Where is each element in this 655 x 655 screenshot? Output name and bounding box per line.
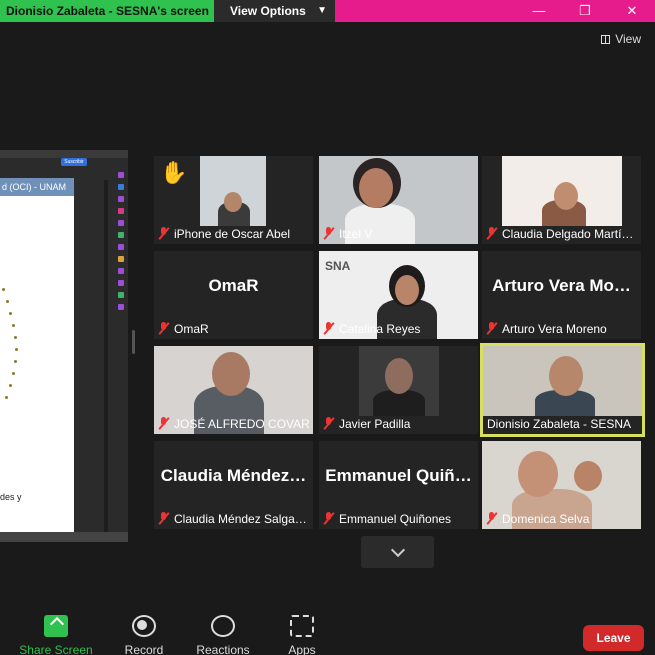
record-label: Record: [124, 643, 164, 655]
leave-button[interactable]: Leave: [583, 625, 644, 651]
participant-display-name: OmaR: [208, 276, 259, 295]
apps-icon: [290, 615, 314, 637]
mic-muted-icon: [486, 512, 498, 525]
video-tile[interactable]: Emmanuel Quiñ… Emmanuel Quiñones: [319, 441, 478, 529]
participant-display-name: Claudia Méndez…: [160, 466, 307, 485]
gallery-view-icon: [601, 35, 611, 44]
participant-name: Claudia Méndez Salga…: [174, 512, 307, 526]
video-tile[interactable]: Claudia Méndez… Claudia Méndez Salga…: [154, 441, 313, 529]
view-options-button[interactable]: View Options ▼: [214, 0, 335, 22]
reactions-label: Reactions: [196, 643, 250, 655]
mic-muted-icon: [158, 322, 170, 335]
participant-video: [483, 346, 642, 416]
participant-name: iPhone de Oscar Abel: [174, 227, 291, 241]
participant-name: Itzel V: [339, 227, 373, 241]
mic-muted-icon: [486, 322, 498, 335]
video-tile[interactable]: ✋ iPhone de Oscar Abel: [154, 156, 313, 244]
participant-display-name: Arturo Vera Mo…: [492, 276, 631, 295]
video-tile[interactable]: OmaR OmaR: [154, 251, 313, 339]
participant-video: [200, 156, 266, 226]
share-screen-label: Share Screen: [19, 643, 93, 655]
minimize-button[interactable]: —: [522, 0, 556, 22]
view-button-label: View: [615, 32, 641, 46]
chevron-down-icon: ▼: [317, 5, 327, 16]
video-tile[interactable]: Claudia Delgado Martí…: [482, 156, 641, 244]
video-tile[interactable]: Itzel V: [319, 156, 478, 244]
mic-muted-icon: [323, 322, 335, 335]
document-title: d (OCI) - UNAM: [0, 178, 74, 196]
mic-muted-icon: [158, 512, 170, 525]
participant-name: Javier Padilla: [339, 417, 411, 431]
shared-screen[interactable]: Suscribir d (OCI) - UNAM des y: [0, 150, 128, 542]
mic-muted-icon: [158, 227, 170, 240]
video-tile[interactable]: Domenica Selva: [482, 441, 641, 529]
close-button[interactable]: ✕: [615, 0, 649, 22]
participant-name: Emmanuel Quiñones: [339, 512, 452, 526]
view-options-label: View Options: [230, 4, 306, 18]
participant-video: [502, 156, 622, 226]
apps-button[interactable]: Apps: [262, 615, 342, 655]
sna-logo: SNA: [325, 259, 351, 273]
top-bar: Dionisio Zabaleta - SESNA's screen View …: [0, 0, 655, 22]
shared-toolbar: [0, 150, 128, 158]
mic-muted-icon: [323, 512, 335, 525]
participant-name: OmaR: [174, 322, 209, 336]
record-button[interactable]: Record: [104, 615, 184, 655]
video-tile[interactable]: SNA Catalina Reyes: [319, 251, 478, 339]
participant-display-name: Emmanuel Quiñ…: [325, 466, 472, 485]
view-button[interactable]: View: [601, 32, 641, 46]
share-screen-icon: [44, 615, 68, 637]
participant-name: Dionisio Zabaleta - SESNA: [487, 417, 632, 431]
gallery-next-page-button[interactable]: [361, 536, 434, 568]
zoom-meeting-window: Dionisio Zabaleta - SESNA's screen View …: [0, 0, 655, 655]
mic-muted-icon: [323, 417, 335, 430]
participant-name: Arturo Vera Moreno: [502, 322, 607, 336]
participant-name: JOSÉ ALFREDO COVAR…: [174, 417, 311, 431]
participant-video: [359, 346, 439, 416]
mic-muted-icon: [158, 417, 170, 430]
mic-muted-icon: [323, 227, 335, 240]
video-tile[interactable]: Javier Padilla: [319, 346, 478, 434]
document-text: des y: [0, 492, 22, 502]
participant-name: Domenica Selva: [502, 512, 590, 526]
shared-side-icons: [116, 172, 126, 352]
restore-button[interactable]: ❐: [568, 0, 602, 22]
screen-share-label: Dionisio Zabaleta - SESNA's screen: [0, 0, 214, 22]
participant-name: Catalina Reyes: [339, 322, 421, 336]
participant-name: Claudia Delgado Martí…: [502, 227, 634, 241]
video-tile-active-speaker[interactable]: Dionisio Zabaleta - SESNA: [480, 343, 645, 437]
apps-label: Apps: [288, 643, 316, 655]
mic-muted-icon: [486, 227, 498, 240]
video-tile[interactable]: Arturo Vera Mo… Arturo Vera Moreno: [482, 251, 641, 339]
share-screen-button[interactable]: Share Screen: [16, 615, 96, 655]
smiley-icon: [211, 615, 235, 637]
reactions-button[interactable]: Reactions: [183, 615, 263, 655]
panel-resize-handle[interactable]: [132, 330, 135, 354]
chevron-down-icon: [390, 542, 405, 558]
record-icon: [132, 615, 156, 637]
shared-scrollbar[interactable]: [104, 180, 108, 542]
video-tile[interactable]: JOSÉ ALFREDO COVAR…: [154, 346, 313, 434]
raised-hand-icon: ✋: [160, 160, 188, 185]
shared-taskbar: [0, 532, 128, 542]
subscribe-chip: Suscribir: [61, 158, 87, 166]
dotted-circle-graphic: [0, 280, 24, 410]
